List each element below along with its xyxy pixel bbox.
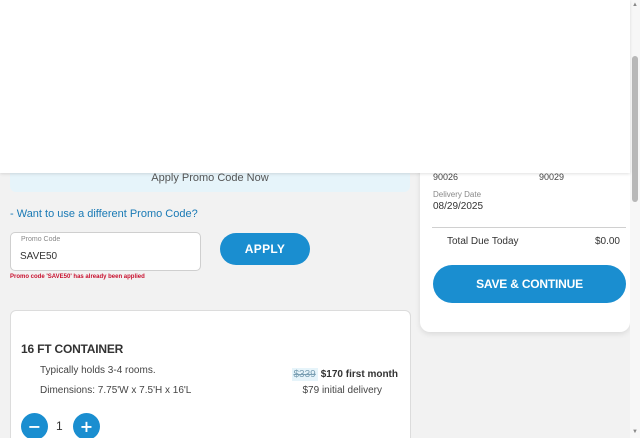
apply-promo-banner-text: Apply Promo Code Now <box>151 172 269 184</box>
price-row: $339 $170 first month <box>291 368 398 381</box>
original-price: $339 <box>291 368 318 381</box>
promo-code-input[interactable] <box>20 247 190 265</box>
total-due-value: $0.00 <box>594 236 620 247</box>
container-card: 16 FT CONTAINER Typically holds 3-4 room… <box>10 310 411 438</box>
minus-icon: − <box>27 417 42 436</box>
scroll-up-arrow-icon[interactable]: ▲ <box>631 1 639 9</box>
promo-code-field[interactable]: Promo Code <box>10 232 201 271</box>
destination-zip: 90029 <box>539 172 565 182</box>
container-description: Typically holds 3-4 rooms. <box>40 365 156 376</box>
order-summary-card: 90026 90029 Delivery Date 08/29/2025 Tot… <box>420 150 630 332</box>
delivery-fee: $79 initial delivery <box>302 385 383 396</box>
total-due-label: Total Due Today <box>447 236 519 247</box>
discounted-price: $170 first month <box>320 369 398 380</box>
promo-code-label: Promo Code <box>21 236 61 243</box>
apply-promo-button[interactable]: APPLY <box>220 233 310 265</box>
delivery-date-label: Delivery Date <box>433 190 482 199</box>
origin-zip: 90026 <box>433 172 459 182</box>
delivery-date-value: 08/29/2025 <box>433 201 484 212</box>
scroll-down-arrow-icon[interactable]: ▼ <box>631 428 639 436</box>
quantity-decrease-button[interactable]: − <box>21 413 48 438</box>
save-and-continue-button[interactable]: SAVE & CONTINUE <box>433 265 626 303</box>
summary-divider <box>432 227 626 228</box>
different-promo-code-link[interactable]: - Want to use a different Promo Code? <box>10 208 198 220</box>
quantity-value: 1 <box>56 419 63 433</box>
quantity-increase-button[interactable]: + <box>73 413 100 438</box>
container-dimensions: Dimensions: 7.75'W x 7.5'H x 16'L <box>40 385 192 396</box>
plus-icon: + <box>79 417 94 436</box>
container-title: 16 FT CONTAINER <box>21 342 124 356</box>
scrollbar-thumb[interactable] <box>632 56 638 202</box>
promo-error-message: Promo code 'SAVE50' has already been app… <box>10 274 145 280</box>
top-blank-overlay <box>0 0 630 173</box>
